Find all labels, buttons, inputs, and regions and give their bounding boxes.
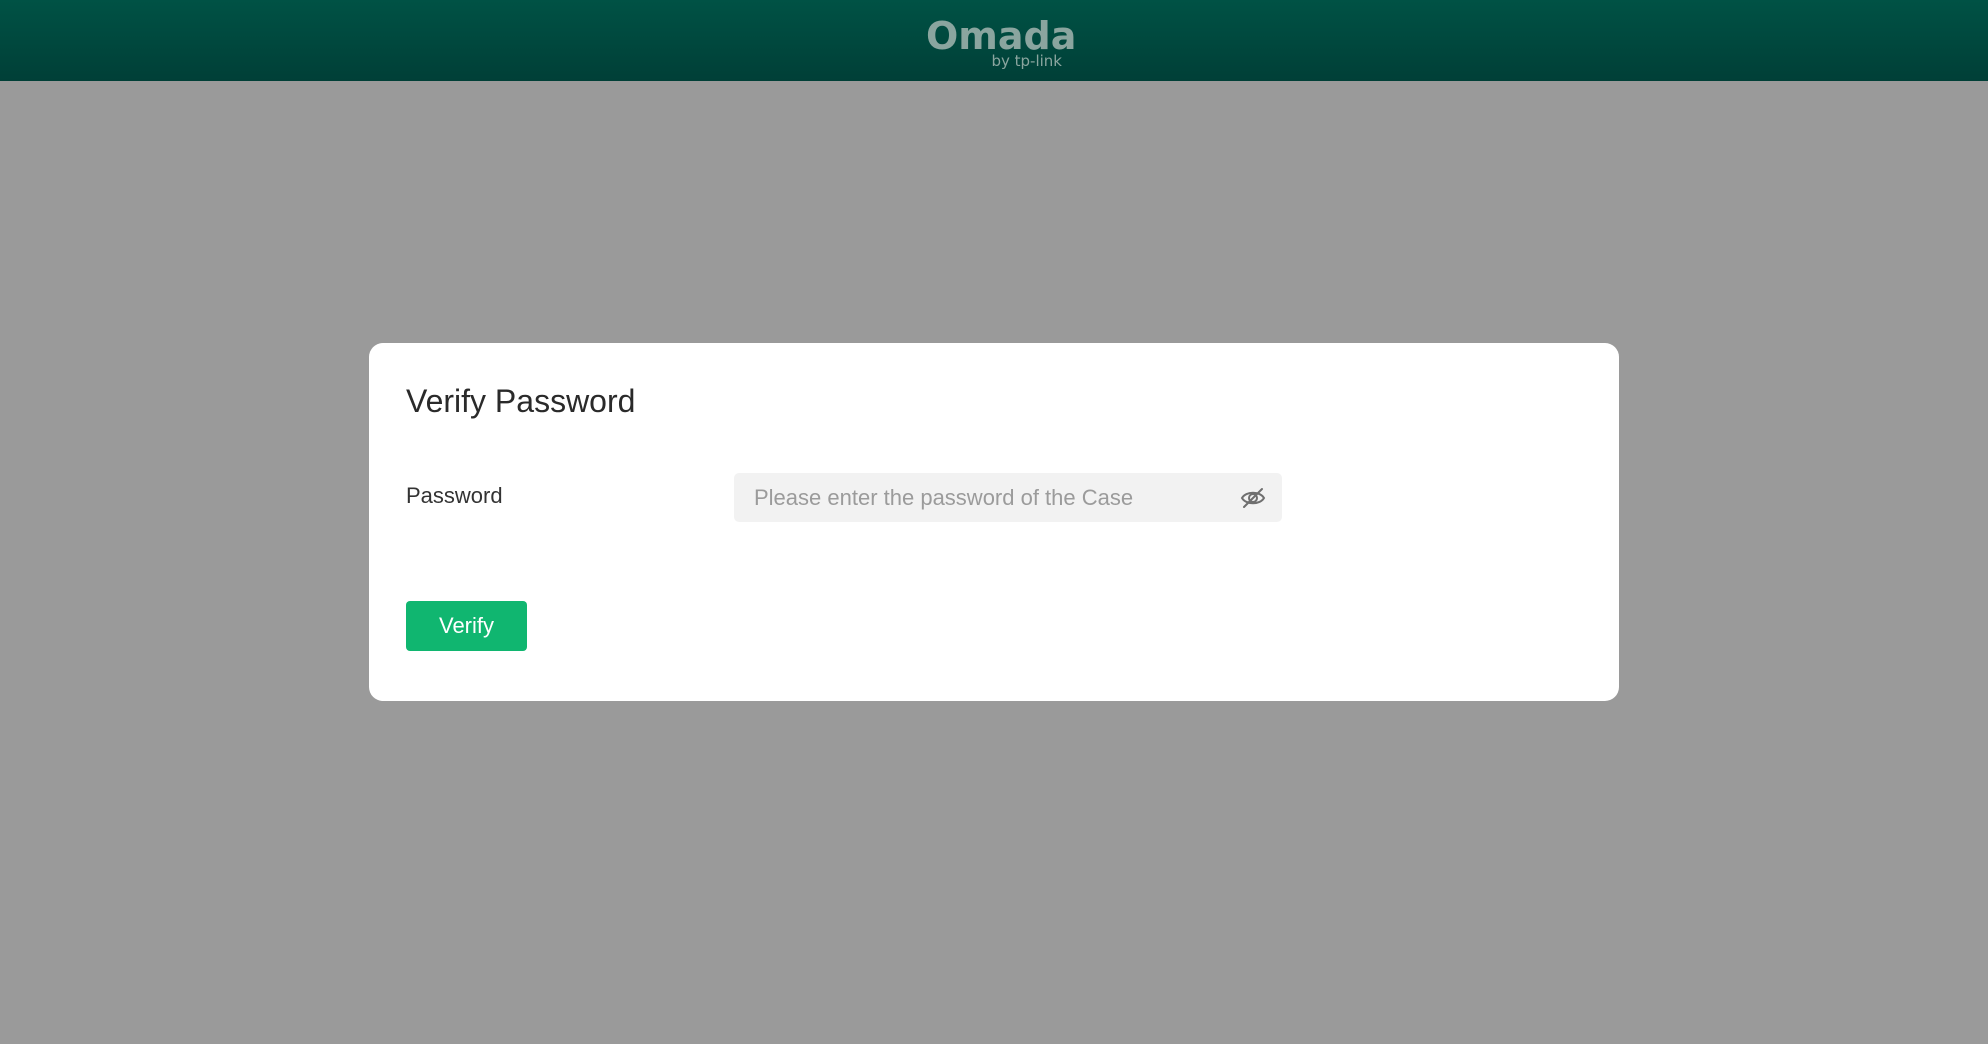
eye-off-icon[interactable] — [1240, 485, 1266, 511]
dialog-title: Verify Password — [406, 383, 636, 419]
logo-subtext: by tp-link — [991, 52, 1062, 70]
omada-logo: Omada by tp-link — [926, 14, 1076, 70]
password-field-container — [734, 473, 1282, 522]
top-header: Omada by tp-link — [0, 0, 1988, 81]
password-label: Password — [406, 483, 503, 508]
verify-button[interactable]: Verify — [406, 601, 527, 651]
verify-password-dialog: Verify Password Password Verify — [369, 343, 1619, 701]
password-input[interactable] — [734, 473, 1234, 522]
